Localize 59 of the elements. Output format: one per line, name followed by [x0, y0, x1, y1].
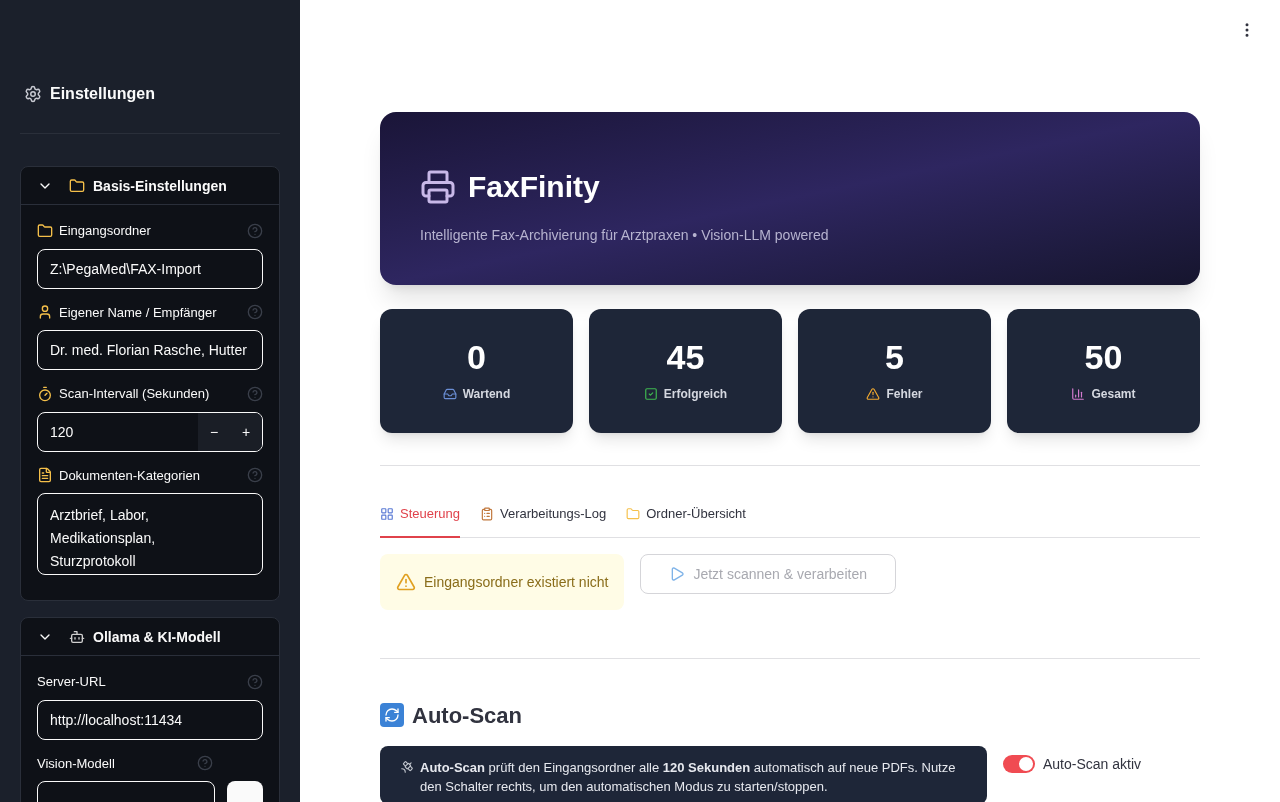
warning-icon [866, 387, 881, 401]
help-icon[interactable] [197, 755, 213, 772]
text-area[interactable]: Arztbrief, Labor, Medikationsplan, Sturzprotokoll [37, 493, 263, 575]
help-icon[interactable] [247, 222, 263, 239]
settings-icon [24, 85, 42, 103]
field-label: Eingangsordner [59, 222, 151, 240]
satellite-icon [400, 759, 414, 774]
fax-icon [420, 168, 456, 205]
help-icon[interactable] [247, 304, 263, 321]
increment-button[interactable]: + [230, 412, 262, 451]
help-icon[interactable] [247, 467, 263, 484]
folder-icon [626, 506, 641, 521]
play-icon [669, 565, 686, 582]
tab[interactable]: Steuerung [380, 504, 460, 538]
field-label: Vision-Modell [37, 754, 115, 773]
expander-header[interactable]: Ollama & KI-Modell [21, 618, 279, 656]
stat-value: 50 [1084, 340, 1123, 374]
field-label: Server-URL [37, 673, 106, 691]
text-field[interactable]: Dr. med. Florian Rasche, Hutter [37, 330, 263, 370]
stat-label: Erfolgreich [663, 386, 728, 402]
field-icon [37, 304, 53, 321]
help-icon[interactable] [247, 673, 263, 690]
number-field[interactable]: 120 − + [37, 411, 263, 452]
stat-label: Fehler [886, 386, 923, 402]
field-icon [37, 467, 53, 484]
field-icon [37, 385, 53, 402]
text-field[interactable]: http://localhost:11434 [37, 699, 263, 740]
tab[interactable]: Verarbeitungs-Log [480, 504, 607, 538]
info-text: Auto-Scan prüft den Eingangsordner alle 120 Sekunden automatisch auf neue PDFs. Nutze den Schalter rechts, um den automatischen Modus zu starten/stoppen. [420, 758, 957, 796]
field-label: Eigener Name / Empfänger [59, 303, 217, 322]
field-icon [37, 222, 53, 239]
app-subtitle: Intelligente Fax-Archivierung für Arztpraxen • Vision-LLM powered [420, 226, 830, 245]
help-icon[interactable] [247, 385, 263, 402]
stat-value: 5 [885, 340, 904, 374]
folder-icon [69, 177, 85, 194]
warning-icon [396, 571, 416, 592]
sidebar-title: Einstellungen [50, 84, 155, 104]
stat-value: 0 [467, 340, 486, 374]
refresh-icon [380, 703, 404, 727]
clipboard-icon [480, 506, 494, 521]
tab[interactable]: Ordner-Übersicht [626, 504, 746, 538]
alert-text: Eingangsordner existiert nicht [424, 572, 609, 592]
section-heading: Auto-Scan [412, 701, 522, 730]
bar-chart-icon [1071, 387, 1086, 401]
stat-label: Gesamt [1091, 386, 1136, 402]
field-label: Scan-Intervall (Sekunden) [59, 385, 210, 403]
text-field[interactable]: Z:\PegaMed\FAX-Import [37, 248, 263, 289]
checkbox-icon [643, 387, 658, 401]
stat-label: Wartend [462, 386, 511, 402]
decrement-button[interactable]: − [198, 412, 230, 451]
app-title: FaxFinity [468, 169, 600, 205]
robot-icon [69, 628, 85, 645]
inbox-icon [442, 387, 457, 401]
field-label: Dokumenten-Kategorien [59, 466, 200, 485]
grid-icon [380, 506, 394, 521]
stat-value: 45 [666, 340, 705, 374]
toggle-label: Auto-Scan aktiv [1043, 754, 1142, 774]
toggle-switch[interactable] [1003, 754, 1035, 773]
expander-header[interactable]: Basis-Einstellungen [21, 167, 279, 205]
